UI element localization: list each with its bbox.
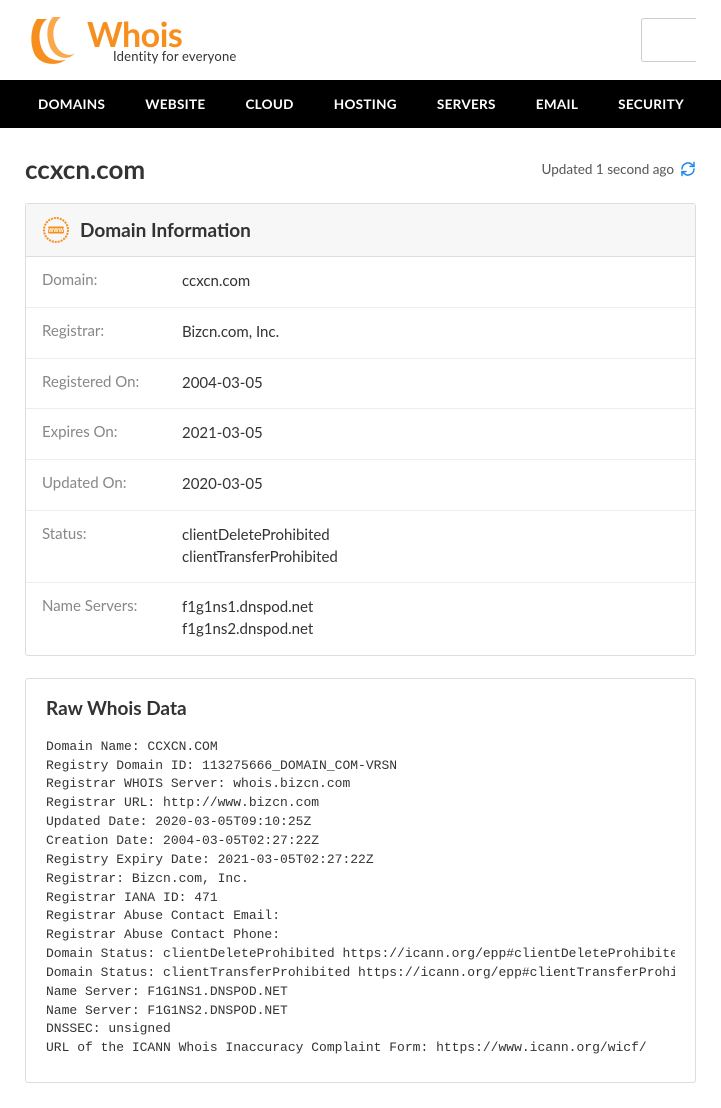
logo[interactable]: Whois Identity for everyone: [25, 13, 236, 67]
raw-whois-text: Domain Name: CCXCN.COM Registry Domain I…: [46, 738, 675, 1058]
info-value: clientDeleteProhibitedclientTransferProh…: [182, 525, 338, 569]
info-label: Updated On:: [42, 474, 182, 496]
logo-icon: [25, 13, 79, 67]
domain-info-header: WWW Domain Information: [26, 204, 695, 257]
nav-hosting[interactable]: HOSTING: [314, 80, 417, 128]
info-row: Name Servers:f1g1ns1.dnspod.netf1g1ns2.d…: [26, 583, 695, 655]
raw-whois-card: Raw Whois Data Domain Name: CCXCN.COM Re…: [25, 678, 696, 1083]
nav-security[interactable]: SECURITY: [598, 80, 704, 128]
info-row: Domain:ccxcn.com: [26, 257, 695, 308]
nav-cloud[interactable]: CLOUD: [225, 80, 313, 128]
info-label: Expires On:: [42, 423, 182, 445]
info-label: Registered On:: [42, 373, 182, 395]
nav-whois[interactable]: WHOIS: [704, 80, 721, 128]
info-row: Status:clientDeleteProhibitedclientTrans…: [26, 511, 695, 584]
svg-text:WWW: WWW: [48, 228, 64, 234]
www-icon: WWW: [42, 216, 70, 244]
info-label: Name Servers:: [42, 597, 182, 641]
logo-tagline: Identity for everyone: [87, 50, 236, 63]
info-value: 2020-03-05: [182, 474, 263, 496]
info-label: Domain:: [42, 271, 182, 293]
header: Whois Identity for everyone: [0, 0, 721, 80]
info-value: 2021-03-05: [182, 423, 263, 445]
domain-info-heading: Domain Information: [80, 219, 251, 242]
main-nav: DOMAINS WEBSITE CLOUD HOSTING SERVERS EM…: [0, 80, 721, 128]
info-value: 2004-03-05: [182, 373, 263, 395]
info-value: ccxcn.com: [182, 271, 250, 293]
logo-text: Whois Identity for everyone: [87, 18, 236, 63]
info-value: f1g1ns1.dnspod.netf1g1ns2.dnspod.net: [182, 597, 313, 641]
refresh-icon[interactable]: [680, 161, 696, 177]
nav-domains[interactable]: DOMAINS: [18, 80, 125, 128]
page-title: ccxcn.com: [25, 153, 145, 185]
updated-status: Updated 1 second ago: [542, 161, 697, 177]
info-row: Expires On:2021-03-05: [26, 409, 695, 460]
nav-website[interactable]: WEBSITE: [125, 80, 225, 128]
info-row: Registrar:Bizcn.com, Inc.: [26, 308, 695, 359]
nav-email[interactable]: EMAIL: [516, 80, 598, 128]
info-value: Bizcn.com, Inc.: [182, 322, 279, 344]
domain-info-card: WWW Domain Information Domain:ccxcn.comR…: [25, 203, 696, 656]
info-row: Registered On:2004-03-05: [26, 359, 695, 410]
search-input[interactable]: [641, 18, 696, 62]
info-row: Updated On:2020-03-05: [26, 460, 695, 511]
nav-servers[interactable]: SERVERS: [417, 80, 516, 128]
info-label: Status:: [42, 525, 182, 569]
title-row: ccxcn.com Updated 1 second ago: [25, 153, 696, 185]
logo-word: Whois: [87, 18, 236, 52]
raw-whois-heading: Raw Whois Data: [46, 697, 675, 720]
domain-info-body: Domain:ccxcn.comRegistrar:Bizcn.com, Inc…: [26, 257, 695, 655]
info-label: Registrar:: [42, 322, 182, 344]
updated-text: Updated 1 second ago: [542, 161, 675, 177]
content: ccxcn.com Updated 1 second ago WWW Domai…: [0, 128, 721, 1108]
